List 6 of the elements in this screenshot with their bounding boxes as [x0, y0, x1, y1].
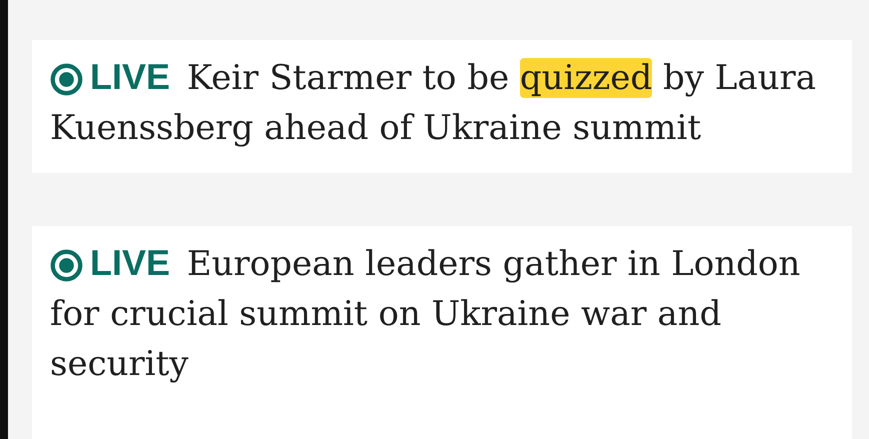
news-card[interactable]: LIVE Keir Starmer to be quizzed by Laura Kuenssberg ahead of Ukraine summit	[32, 40, 852, 173]
headline[interactable]: LIVE European leaders gather in London for crucial summit on Ukraine war and security	[50, 238, 842, 389]
headline[interactable]: LIVE Keir Starmer to be quizzed by Laura Kuenssberg ahead of Ukraine summit	[50, 52, 842, 153]
live-icon	[50, 249, 83, 282]
news-card[interactable]: LIVE European leaders gather in London for crucial summit on Ukraine war and security	[32, 226, 852, 439]
live-icon	[50, 63, 83, 96]
